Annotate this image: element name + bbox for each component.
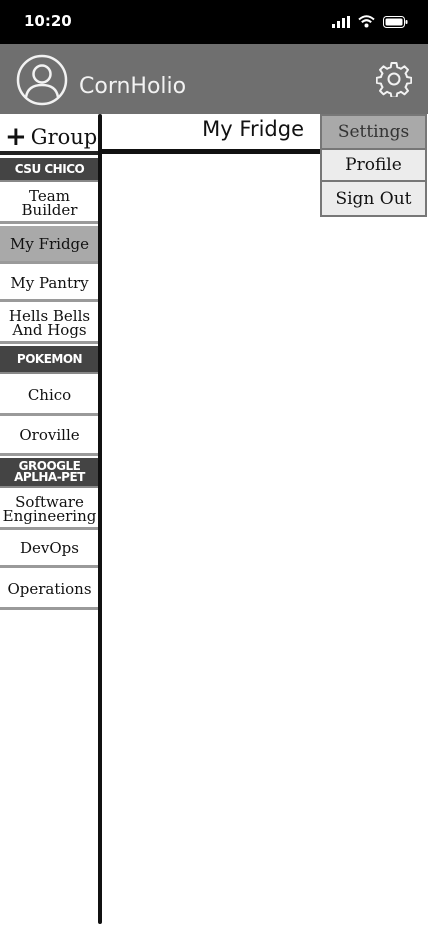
settings-menu-header[interactable]: Settings: [320, 114, 427, 150]
user-avatar-icon[interactable]: [16, 54, 68, 106]
wifi-icon: [358, 15, 375, 28]
sidebar-item-my-fridge[interactable]: My Fridge: [0, 226, 99, 264]
sidebar-item-operations[interactable]: Operations: [0, 570, 99, 610]
sidebar-item-my-pantry[interactable]: My Pantry: [0, 266, 99, 302]
gear-icon[interactable]: [376, 61, 412, 97]
user-name: CornHolio: [79, 74, 187, 99]
signal-icon: [332, 15, 350, 28]
app-header: CornHolio: [0, 44, 428, 114]
sidebar-item-team-builder[interactable]: Team Builder: [0, 184, 99, 224]
add-group-button[interactable]: + Group: [0, 120, 100, 154]
sidebar-item-chico[interactable]: Chico: [0, 376, 99, 416]
plus-icon: +: [5, 122, 27, 152]
profile-menu-item[interactable]: Profile: [320, 150, 427, 182]
sign-out-menu-item[interactable]: Sign Out: [320, 182, 427, 217]
battery-icon: [383, 15, 408, 28]
sidebar-divider: [0, 151, 100, 155]
title-underline: [100, 149, 328, 154]
status-time: 10:20: [24, 12, 72, 30]
sidebar-item-hells-bells-and-hogs[interactable]: Hells Bells And Hogs: [0, 304, 99, 344]
section-header-pokemon: POKEMON: [0, 346, 99, 374]
page-title: My Fridge: [202, 117, 304, 141]
status-bar: 10:20: [0, 0, 428, 44]
sidebar: + Group CSU CHICO Team Builder My Fridge…: [0, 114, 100, 926]
section-header-csu-chico: CSU CHICO: [0, 158, 99, 182]
status-icons: [332, 15, 408, 28]
sidebar-vertical-rule: [98, 114, 102, 924]
sidebar-item-devops[interactable]: DevOps: [0, 530, 99, 568]
section-header-groogle-aplha-pet: GROOGLE APLHA-PET: [0, 458, 99, 488]
sidebar-item-software-engineering[interactable]: Software Engineering: [0, 490, 99, 530]
sidebar-item-oroville[interactable]: Oroville: [0, 416, 99, 456]
add-group-label: Group: [30, 125, 98, 149]
